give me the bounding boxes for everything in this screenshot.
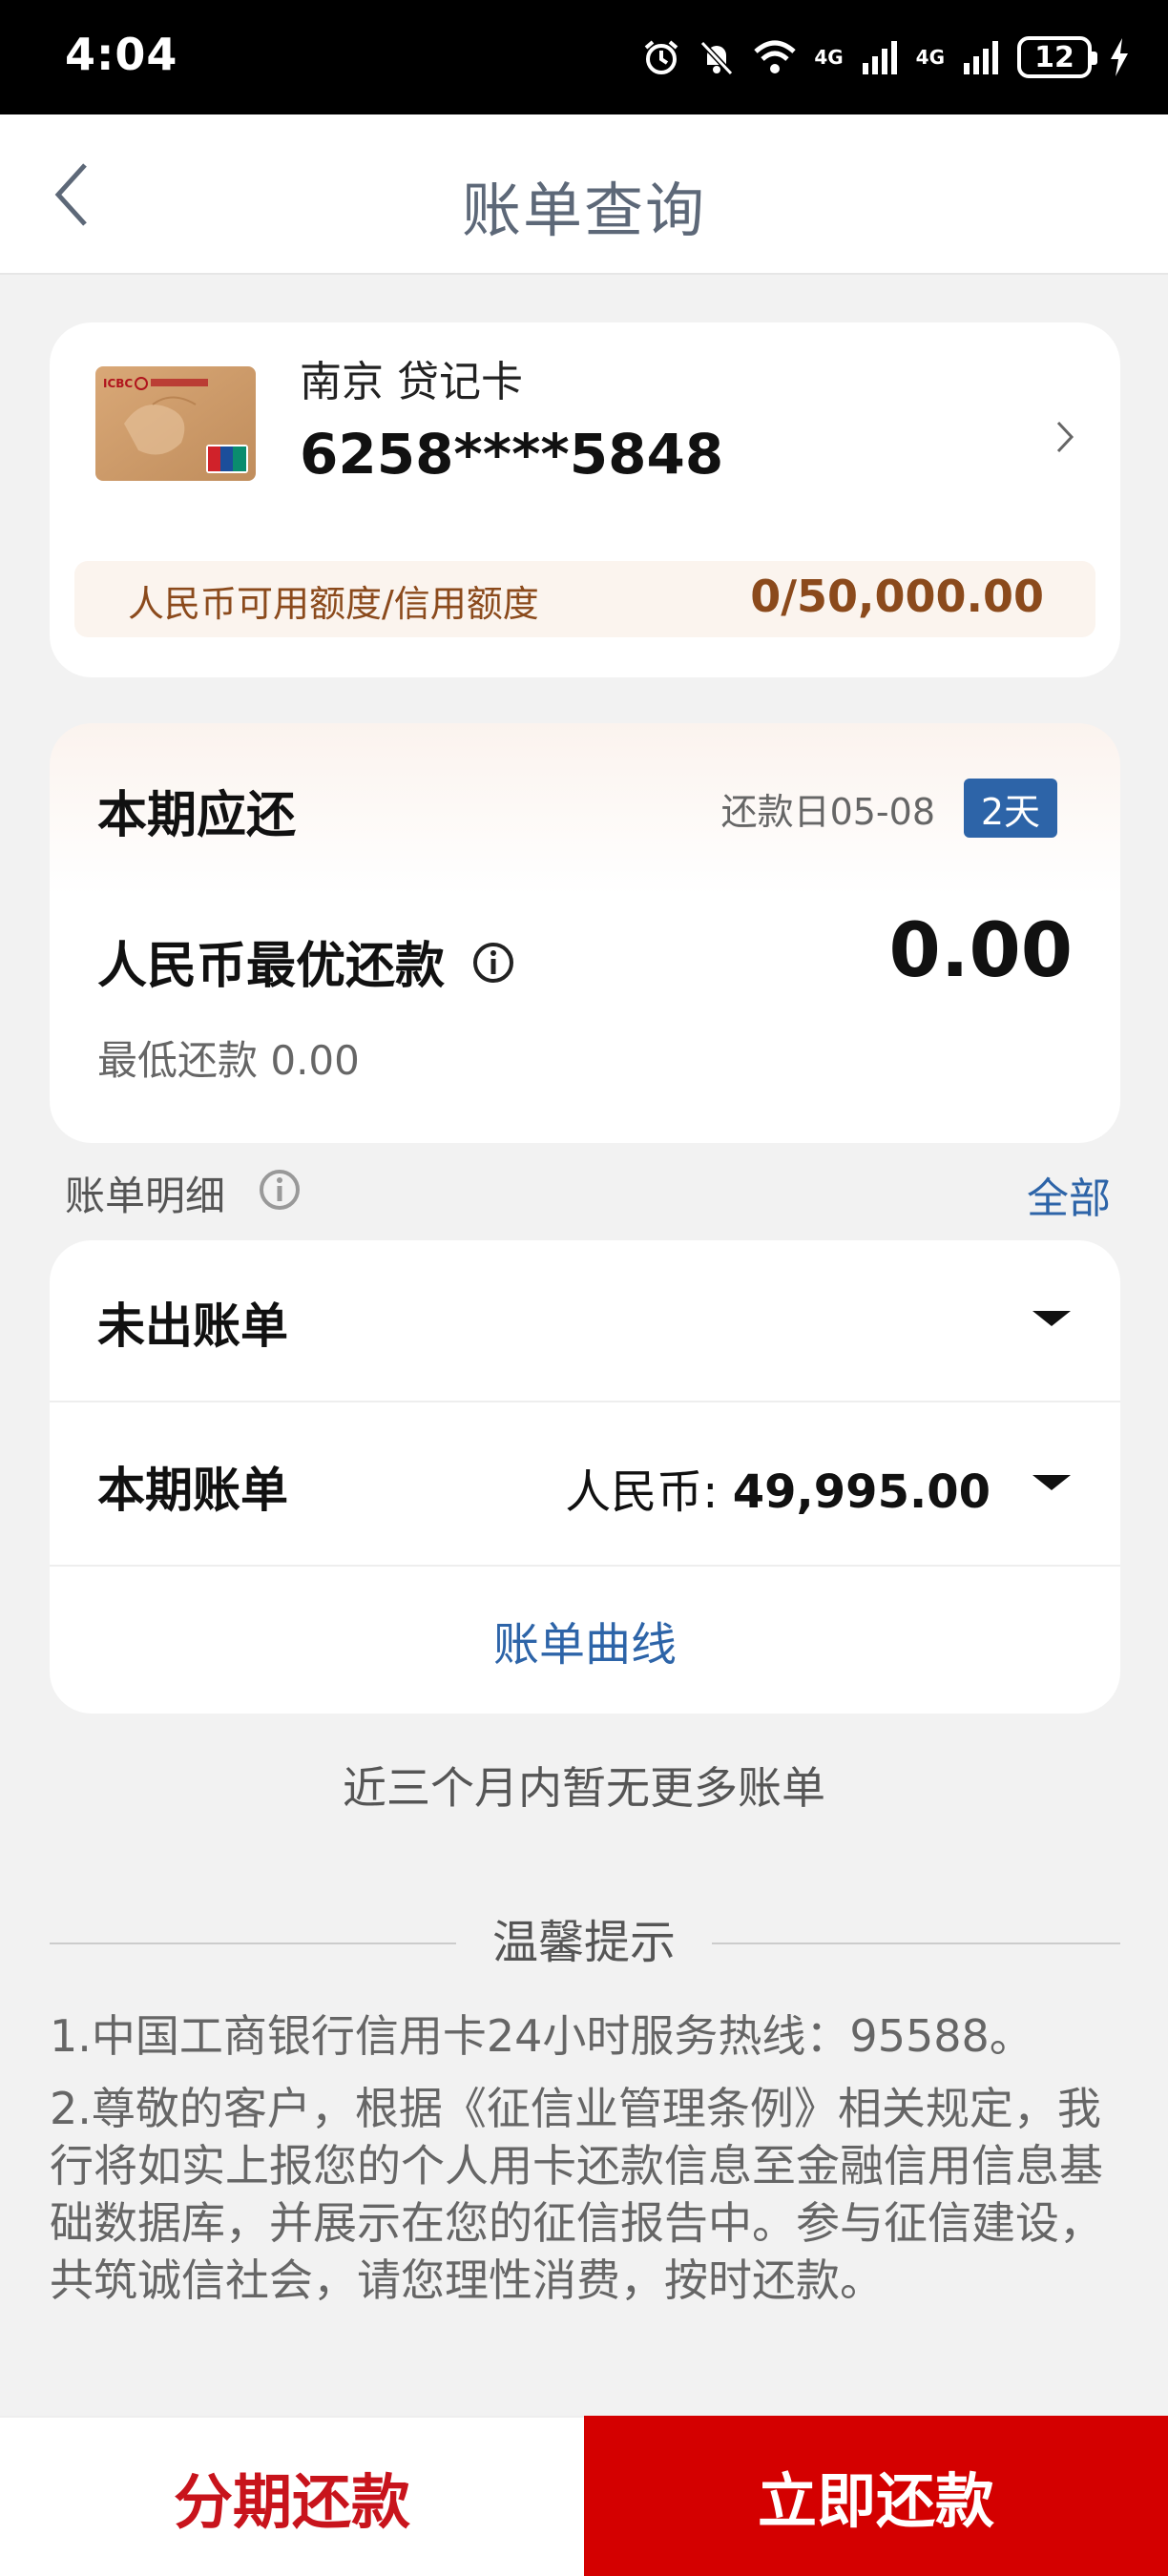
repayment-title: 本期应还: [97, 787, 297, 844]
bill-row-label: 未出账单: [97, 1298, 288, 1354]
card-detail-arrow[interactable]: [1046, 408, 1084, 466]
network-label-2: 4G: [915, 46, 945, 69]
repayment-panel: 本期应还 还款日05-08 2天 人民币最优还款 0.00 最低还款 0.00: [50, 723, 1120, 1143]
tips-title: 温馨提示: [456, 1910, 712, 1975]
days-remaining-badge: 2天: [963, 779, 1057, 838]
page-header: 账单查询: [0, 114, 1168, 275]
info-icon[interactable]: [471, 941, 515, 988]
credit-limit-value: 0/50,000.00: [750, 571, 1044, 622]
pay-now-button[interactable]: 立即还款: [584, 2416, 1168, 2576]
network-label-1: 4G: [814, 46, 844, 69]
status-bar: 4:04 4G 4G 12: [0, 0, 1168, 114]
alarm-icon: [645, 40, 678, 74]
tip-item: 1.中国工商银行信用卡24小时服务热线：95588。: [50, 2010, 1033, 2062]
status-time: 4:04: [65, 29, 178, 80]
caret-down-icon: [1032, 1311, 1071, 1326]
card-info-panel[interactable]: ICBC 南京 贷记卡 6258****5848 人民币可用额度/信用额度 0/…: [50, 322, 1120, 677]
chevron-right-icon: [1056, 421, 1074, 453]
mute-bell-icon: [700, 40, 734, 76]
tip-item: 2.尊敬的客户，根据《征信业管理条例》相关规定，我行将如实上报您的个人用卡还款信…: [50, 2083, 1103, 2306]
card-number: 6258****5848: [300, 422, 724, 487]
signal-icon: [862, 41, 897, 74]
bill-row-currency: 人民币:: [565, 1465, 733, 1519]
bill-row-amount: 人民币: 49,995.00: [565, 1454, 991, 1521]
bill-row-value: 49,995.00: [732, 1465, 991, 1519]
bill-curve-link[interactable]: 账单曲线: [50, 1568, 1120, 1712]
bill-row-label: 本期账单: [97, 1463, 288, 1518]
view-all-link[interactable]: 全部: [1027, 1164, 1111, 1225]
credit-card-image: ICBC: [95, 366, 256, 481]
bill-detail-label: 账单明细: [65, 1173, 226, 1219]
signal-icon: [964, 41, 998, 74]
info-icon[interactable]: [258, 1168, 302, 1215]
card-type: 南京 贷记卡: [300, 358, 523, 406]
caret-down-icon: [1032, 1475, 1071, 1490]
page-title: 账单查询: [461, 176, 706, 245]
battery-icon: 12: [1017, 36, 1097, 78]
bill-row-current[interactable]: 本期账单 人民币: 49,995.00: [50, 1404, 1120, 1567]
bill-row-unbilled[interactable]: 未出账单: [50, 1240, 1120, 1402]
minimum-repayment: 最低还款 0.00: [97, 1037, 360, 1084]
battery-level: 12: [1034, 40, 1074, 74]
best-repayment-amount: 0.00: [888, 908, 1073, 994]
credit-limit-label: 人民币可用额度/信用额度: [128, 583, 539, 625]
best-repayment-label: 人民币最优还款: [97, 938, 446, 995]
installment-repay-button[interactable]: 分期还款: [0, 2416, 584, 2576]
bill-list: 未出账单 本期账单 人民币: 49,995.00 账单曲线: [50, 1240, 1120, 1714]
charging-icon: [1111, 38, 1128, 76]
credit-limit-row: 人民币可用额度/信用额度 0/50,000.00: [74, 561, 1095, 637]
no-more-bills-text: 近三个月内暂无更多账单: [343, 1762, 825, 1814]
due-date: 还款日05-08: [720, 791, 935, 833]
svg-text:ICBC: ICBC: [103, 377, 133, 390]
status-icons: 4G 4G 12: [642, 29, 1130, 86]
wifi-icon: [754, 40, 796, 73]
